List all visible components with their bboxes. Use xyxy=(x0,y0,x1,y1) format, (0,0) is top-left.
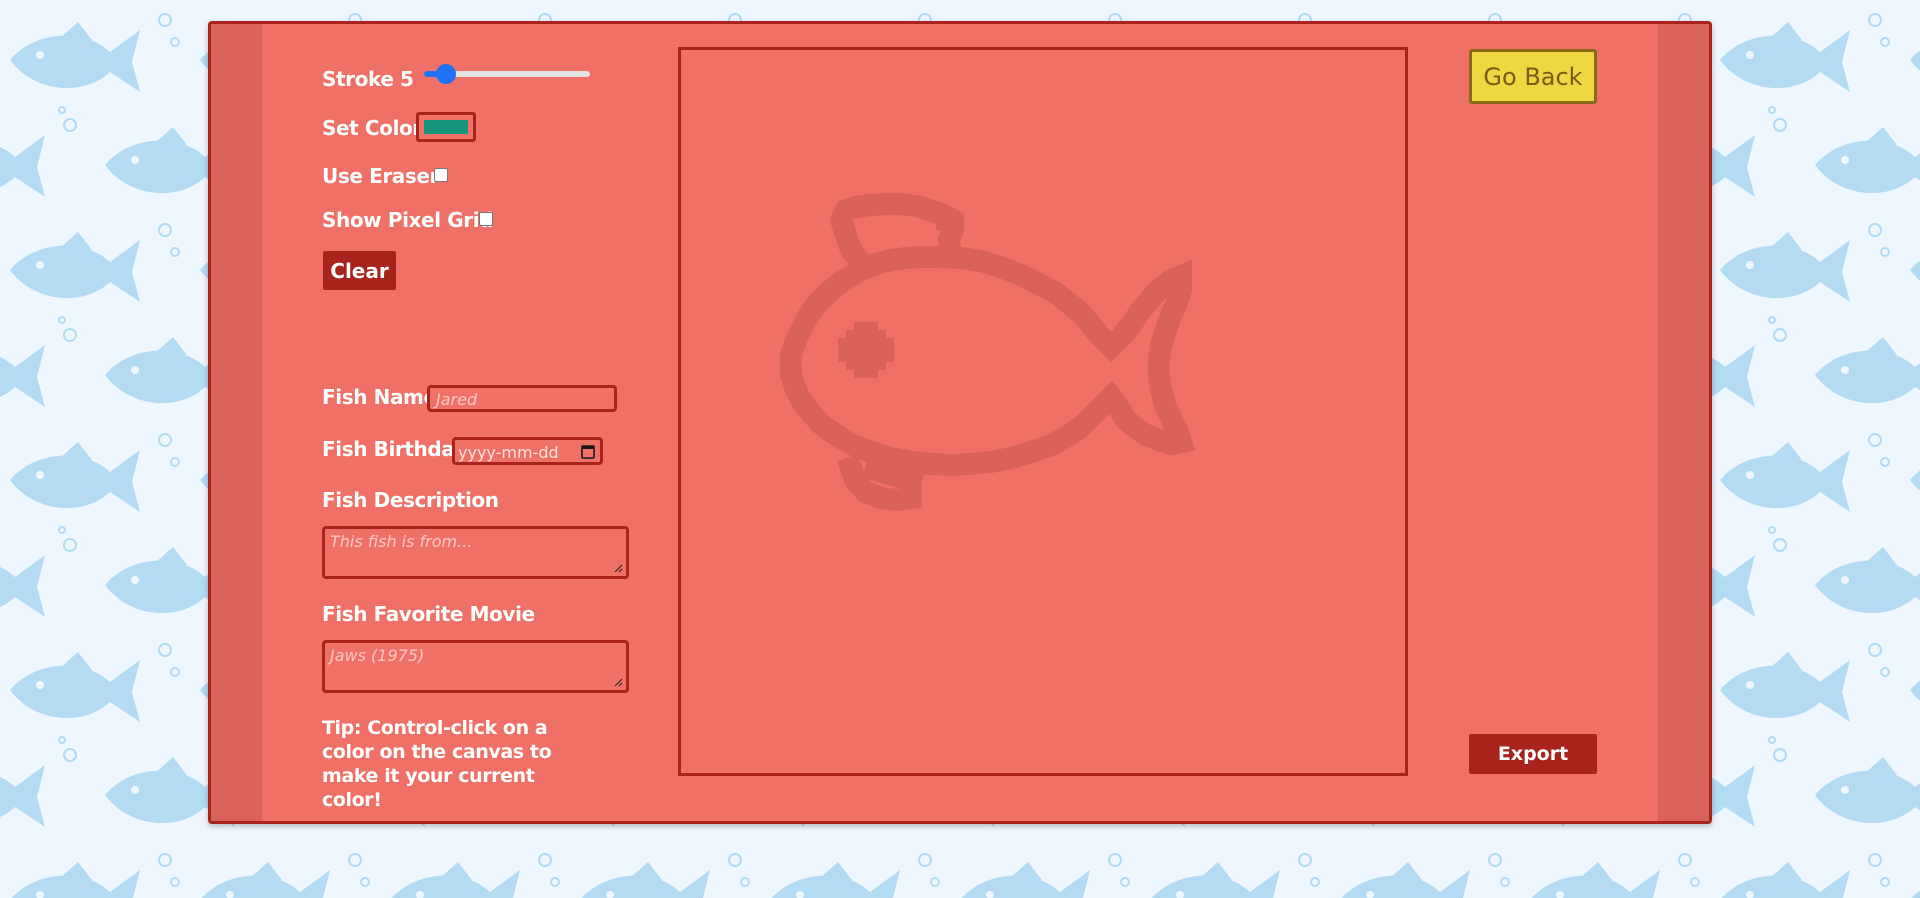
set-color-label: Set Color xyxy=(322,116,422,140)
fish-birthday-placeholder: yyyy-mm-dd xyxy=(458,443,559,462)
panel-left-band xyxy=(211,24,262,821)
tip-text: Tip: Control-click on a color on the can… xyxy=(322,717,552,811)
resize-grip-icon[interactable] xyxy=(614,678,623,687)
stroke-slider[interactable] xyxy=(424,64,590,84)
color-swatch xyxy=(424,120,468,134)
fish-outline-icon xyxy=(780,193,1196,512)
fish-name-input[interactable]: Jared xyxy=(427,385,617,412)
color-picker[interactable] xyxy=(416,112,476,142)
stroke-label: Stroke 5 xyxy=(322,67,414,91)
stroke-slider-thumb[interactable] xyxy=(436,64,456,84)
calendar-icon[interactable] xyxy=(581,444,595,459)
fish-name-label: Fish Name xyxy=(322,385,437,409)
resize-grip-icon[interactable] xyxy=(614,564,623,573)
clear-button[interactable]: Clear xyxy=(323,251,396,290)
go-back-button[interactable]: Go Back xyxy=(1469,49,1597,104)
show-pixel-grid-label: Show Pixel Grid xyxy=(322,208,494,232)
show-pixel-grid-checkbox[interactable] xyxy=(479,212,493,226)
drawing-canvas[interactable] xyxy=(678,47,1408,776)
fish-description-textarea[interactable]: This fish is from... xyxy=(322,526,629,579)
fish-movie-label: Fish Favorite Movie xyxy=(322,602,535,626)
use-eraser-checkbox[interactable] xyxy=(434,168,448,182)
fish-movie-placeholder: Jaws (1975) xyxy=(330,646,425,665)
fish-birthday-input[interactable]: yyyy-mm-dd xyxy=(452,437,603,465)
fish-movie-textarea[interactable]: Jaws (1975) xyxy=(322,640,629,693)
fish-birthday-label: Fish Birthday xyxy=(322,437,467,461)
export-button[interactable]: Export xyxy=(1469,734,1597,774)
fish-description-placeholder: This fish is from... xyxy=(330,532,473,551)
panel-right-band xyxy=(1658,24,1709,821)
fish-description-label: Fish Description xyxy=(322,488,499,512)
use-eraser-label: Use Eraser xyxy=(322,164,440,188)
